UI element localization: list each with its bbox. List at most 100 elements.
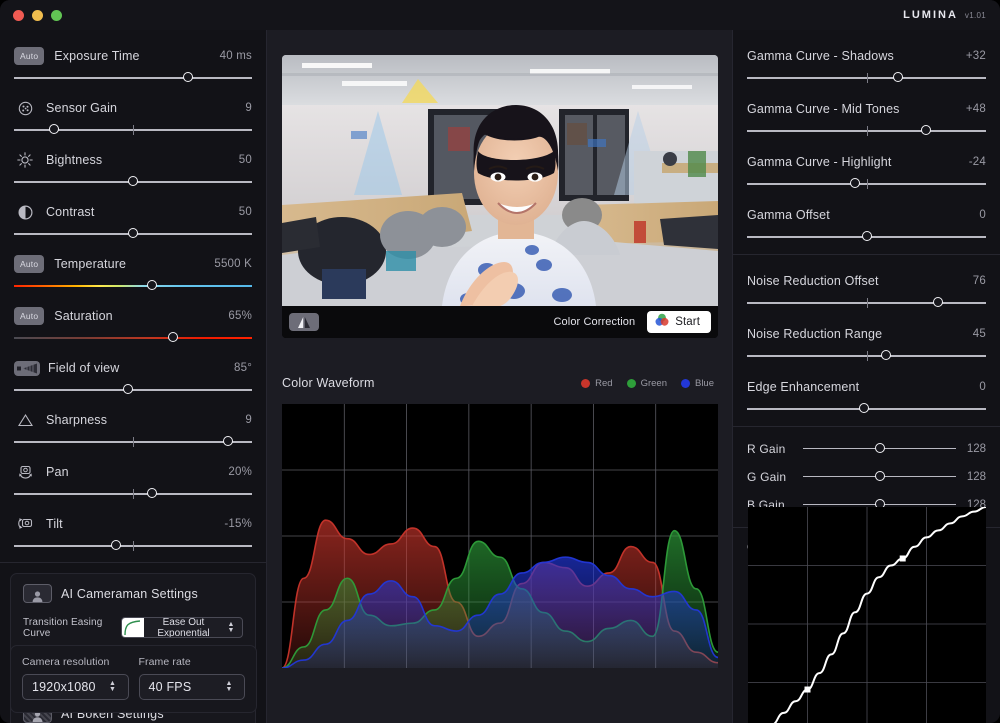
camera-control-0-header: Auto Exposure Time 40 ms	[14, 42, 252, 70]
camera-control-5-slider[interactable]	[14, 330, 252, 346]
camera-control-0-slider[interactable]	[14, 70, 252, 86]
frame-rate-field: Frame rate 40 FPS ▲ ▼	[138, 656, 245, 700]
gain-label-1: G Gain	[747, 470, 787, 484]
gamma-control-2-slider[interactable]	[747, 176, 986, 192]
camera-control-1-slider[interactable]	[14, 122, 252, 138]
camera-control-6-label: Field of view	[48, 361, 120, 375]
waveform-plot	[282, 404, 718, 668]
gamma-control-0-header: Gamma Curve - Shadows +32	[747, 42, 986, 70]
camera-control-9-value: -15%	[224, 518, 252, 530]
output-settings-card: Camera resolution 1920x1080 ▲ ▼ Frame rat…	[10, 645, 257, 713]
slider-thumb[interactable]	[892, 72, 903, 82]
camera-control-0-auto-button[interactable]: Auto	[14, 46, 45, 66]
slider-thumb[interactable]	[147, 488, 158, 498]
title-bar: LUMINA v1.01	[0, 0, 1000, 30]
gain-value-0: 128	[966, 443, 986, 455]
app-window: LUMINA v1.01 Auto Exposure Time 40 ms Senso…	[0, 0, 1000, 723]
noise-control-1-slider[interactable]	[747, 348, 986, 364]
gain-row-0: R Gain 128	[733, 435, 1000, 463]
easing-curve-select[interactable]: Ease Out Exponential ▲ ▼	[121, 617, 243, 638]
slider-thumb[interactable]	[861, 231, 872, 241]
gamma-control-3-slider[interactable]	[747, 229, 986, 245]
legend-label-green: Green	[640, 377, 667, 389]
slider-thumb[interactable]	[880, 350, 891, 360]
slider-thumb[interactable]	[49, 124, 60, 134]
camera-control-9-row: Tilt -15%	[0, 510, 266, 554]
slider-thumb[interactable]	[147, 280, 158, 290]
camera-resolution-stepper-icon[interactable]: ▲ ▼	[105, 680, 121, 693]
camera-control-7-header: Sharpness 9	[14, 406, 252, 434]
camera-control-8-header: Pan 20%	[14, 458, 252, 486]
gamma-curve-control-point-2[interactable]	[899, 555, 906, 562]
noise-control-2-slider[interactable]	[747, 401, 986, 417]
slider-center-tick	[133, 488, 134, 499]
noise-control-2-header: Edge Enhancement 0	[747, 373, 986, 401]
camera-control-9-slider[interactable]	[14, 538, 252, 554]
camera-control-5-header: Auto Saturation 65%	[14, 302, 252, 330]
gamma-control-1-row: Gamma Curve - Mid Tones +48	[733, 95, 1000, 139]
close-window-button[interactable]	[13, 9, 24, 21]
slider-thumb[interactable]	[874, 471, 885, 481]
legend-label-blue: Blue	[694, 377, 714, 389]
gamma-control-2-value: -24	[968, 156, 986, 168]
slider-track	[14, 77, 252, 79]
slider-thumb[interactable]	[111, 540, 122, 550]
noise-control-0-slider[interactable]	[747, 295, 986, 311]
gamma-control-1-header: Gamma Curve - Mid Tones +48	[747, 95, 986, 123]
camera-control-7-row: Sharpness 9	[0, 406, 266, 450]
slider-thumb[interactable]	[168, 332, 179, 342]
gain-slider-0[interactable]	[803, 442, 956, 456]
camera-control-2-slider[interactable]	[14, 174, 252, 190]
legend-item-red: Red	[581, 378, 613, 389]
slider-thumb[interactable]	[933, 297, 944, 307]
gamma-control-0-slider[interactable]	[747, 70, 986, 86]
slider-center-tick	[133, 124, 134, 135]
slider-thumb[interactable]	[921, 125, 932, 135]
slider-thumb[interactable]	[182, 72, 193, 82]
video-preview-image	[282, 55, 718, 306]
camera-control-4-auto-button[interactable]: Auto	[14, 254, 45, 274]
easing-curve-stepper-icon[interactable]: ▲ ▼	[223, 621, 239, 634]
camera-control-3-slider[interactable]	[14, 226, 252, 242]
camera-control-4-slider[interactable]	[14, 278, 252, 294]
gain-slider-1[interactable]	[803, 470, 956, 484]
camera-control-4-header: Auto Temperature 5500 K	[14, 250, 252, 278]
divider	[0, 562, 266, 563]
slider-thumb[interactable]	[123, 384, 134, 394]
frame-rate-select[interactable]: 40 FPS ▲ ▼	[138, 674, 245, 700]
color-waveform-header: Color Waveform Red Green Blue	[282, 368, 718, 398]
gamma-control-2-label: Gamma Curve - Highlight	[747, 155, 892, 169]
flip-icon[interactable]	[289, 313, 319, 331]
gamma-control-1-slider[interactable]	[747, 123, 986, 139]
noise-control-1-label: Noise Reduction Range	[747, 327, 883, 341]
slider-thumb[interactable]	[859, 403, 870, 413]
video-preview-card: Color Correction Start	[282, 55, 718, 338]
camera-control-4-row: Auto Temperature 5500 K	[0, 250, 266, 294]
start-button[interactable]: Start	[647, 311, 711, 333]
slider-center-tick	[866, 178, 868, 189]
frame-rate-stepper-icon[interactable]: ▲ ▼	[221, 680, 237, 693]
minimize-window-button[interactable]	[32, 9, 43, 21]
slider-thumb[interactable]	[849, 178, 860, 188]
camera-control-8-slider[interactable]	[14, 486, 252, 502]
camera-control-5-auto-button[interactable]: Auto	[14, 306, 45, 326]
slider-thumb[interactable]	[128, 176, 138, 186]
gain-row-1: G Gain 128	[733, 463, 1000, 491]
slider-thumb[interactable]	[874, 443, 885, 453]
camera-resolution-select[interactable]: 1920x1080 ▲ ▼	[22, 674, 129, 700]
gamma-curve-plot[interactable]	[748, 507, 986, 723]
camera-control-7-slider[interactable]	[14, 434, 252, 450]
maximize-window-button[interactable]	[51, 9, 62, 21]
slider-thumb[interactable]	[223, 436, 234, 446]
sun-icon	[14, 152, 36, 168]
camera-control-4-value: 5500 K	[214, 258, 252, 270]
slider-thumb[interactable]	[128, 228, 138, 238]
camera-control-8-value: 20%	[228, 466, 252, 478]
legend-dot-blue	[680, 378, 690, 388]
gamma-controls-list: Gamma Curve - Shadows +32 Gamma Curve - Mi…	[733, 30, 1000, 245]
easing-curve-row: Transition Easing Curve Ease Out Exponen…	[23, 615, 243, 640]
gamma-curve-control-point-1[interactable]	[804, 686, 811, 693]
camera-control-6-slider[interactable]	[14, 382, 252, 398]
legend-dot-green	[626, 378, 636, 388]
noise-control-2-row: Edge Enhancement 0	[733, 373, 1000, 417]
